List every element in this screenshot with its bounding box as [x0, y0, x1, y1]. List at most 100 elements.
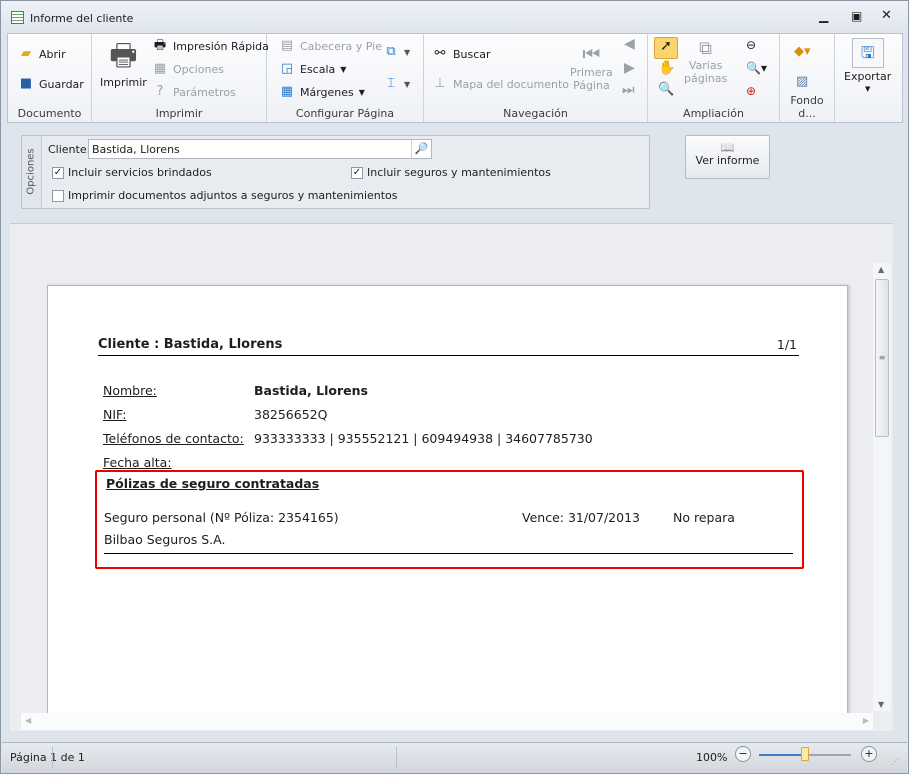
parameters-icon: ?: [156, 84, 164, 99]
quick-print-button[interactable]: 🖶 Impresión Rápida: [152, 38, 269, 54]
header-footer-icon: ▤: [280, 38, 294, 53]
field-value: 38256652Q: [254, 407, 328, 422]
zoom-slider-thumb[interactable]: [801, 747, 809, 761]
last-page-button[interactable]: ⏭: [622, 82, 635, 98]
open-button[interactable]: ▰ Abrir: [18, 46, 66, 62]
field-label: NIF:: [103, 407, 127, 422]
client-label: Cliente:: [48, 143, 91, 156]
report-page: Cliente : Bastida, Llorens 1/1 Nombre: Ba…: [47, 285, 848, 715]
group-navegacion: ⚯ Buscar ⊥ Mapa del documento ⏮ Primera Pági…: [424, 34, 648, 122]
scroll-left-icon[interactable]: ◀: [25, 716, 31, 725]
quick-print-icon: 🖶: [153, 38, 167, 53]
group-documento: ▰ Abrir ■ Guardar Documento: [8, 34, 92, 122]
export-label: Exportar: [844, 70, 892, 83]
header-divider: [98, 355, 799, 356]
first-page-button[interactable]: ⏮ Primera Página: [570, 42, 613, 92]
margins-button[interactable]: ▦ Márgenes ▼: [279, 84, 365, 100]
minimize-button[interactable]: ▁: [819, 9, 828, 23]
checkbox[interactable]: [52, 190, 64, 202]
export-icon: 🖫: [851, 38, 884, 68]
group-label: Configurar Página: [295, 107, 395, 120]
search-button[interactable]: ⚯ Buscar: [432, 46, 491, 62]
include-services-checkbox[interactable]: ✓ Incluir servicios brindados: [52, 166, 212, 179]
quick-print-label: Impresión Rápida: [173, 39, 269, 53]
checkbox-label: Incluir servicios brindados: [68, 166, 212, 179]
vertical-scrollbar[interactable]: ▲ ≡ ▼: [873, 263, 891, 711]
scale-button[interactable]: ◲ Escala ▼: [279, 61, 347, 77]
magnifier-button[interactable]: 🔍: [658, 82, 674, 97]
report-window: Informe del cliente ▁ ▣ ✕ ▰ Abrir ■ Guarda…: [0, 0, 909, 774]
options-icon: ▦: [153, 61, 167, 76]
group-imprimir: 🖶 Imprimir 🖶 Impresión Rápida ▦ Opciones ? P…: [92, 34, 269, 122]
print-attachments-checkbox[interactable]: Imprimir documentos adjuntos a seguros y…: [52, 189, 398, 202]
client-search-icon[interactable]: 🔎: [411, 140, 431, 158]
print-button[interactable]: 🖶 Imprimir: [100, 38, 147, 89]
zoom-dropdown-button[interactable]: 🔍▾: [746, 61, 767, 75]
multiple-pages-icon: ⧉: [699, 38, 713, 59]
scroll-down-icon[interactable]: ▼: [878, 700, 884, 709]
save-button[interactable]: ■ Guardar: [18, 76, 84, 92]
zoom-slider[interactable]: [759, 747, 851, 761]
title-bar: Informe del cliente ▁ ▣ ✕: [1, 1, 908, 33]
zoom-in-icon[interactable]: +: [861, 746, 877, 762]
header-footer-button[interactable]: ▤ Cabecera y Pie: [279, 38, 382, 54]
include-insurance-checkbox[interactable]: ✓ Incluir seguros y mantenimientos: [351, 166, 551, 179]
zoom-out-button[interactable]: ⊖: [746, 38, 756, 52]
status-bar: Página 1 de 1 100% − + ⋰: [2, 742, 907, 773]
page-size-icon: ⌶: [387, 76, 395, 91]
print-label: Imprimir: [100, 76, 147, 89]
document-map-button[interactable]: ⊥ Mapa del documento: [432, 76, 569, 92]
checkbox[interactable]: ✓: [351, 167, 363, 179]
options-panel: Opciones Cliente: Bastida, Llorens 🔎 ✓ Inc…: [21, 135, 650, 209]
next-page-button[interactable]: ▶: [624, 60, 635, 76]
page-color-button[interactable]: ◆▾: [794, 44, 811, 59]
previous-page-button[interactable]: ◀: [624, 36, 635, 52]
multiple-pages-button[interactable]: ⧉ Varias páginas: [684, 38, 727, 85]
search-label: Buscar: [453, 47, 491, 61]
ribbon: ▰ Abrir ■ Guardar Documento 🖶 Imprimir 🖶 Imp…: [7, 33, 903, 123]
hand-tool-button[interactable]: ✋: [658, 60, 675, 76]
maximize-button[interactable]: ▣: [851, 9, 862, 23]
policy-repair: No repara: [673, 510, 735, 525]
book-icon: 📖: [720, 141, 735, 154]
export-button[interactable]: 🖫 Exportar ▼: [844, 38, 891, 93]
view-report-label: Ver informe: [695, 154, 760, 167]
scroll-right-icon[interactable]: ▶: [863, 716, 869, 725]
watermark-button[interactable]: ▨: [796, 74, 808, 89]
scroll-up-icon[interactable]: ▲: [878, 265, 884, 274]
zoom-in-button[interactable]: ⊕: [746, 84, 756, 98]
first-page-icon: ⏮: [582, 42, 601, 66]
orientation-button[interactable]: ⧉ ▼: [383, 44, 410, 60]
horizontal-scrollbar[interactable]: ◀ ▶: [21, 713, 873, 730]
save-icon: ■: [19, 76, 33, 91]
parameters-button[interactable]: ? Parámetros: [152, 84, 236, 100]
pointer-tool-button[interactable]: ➚: [654, 37, 678, 59]
app-icon: [11, 11, 24, 24]
checkbox-label: Imprimir documentos adjuntos a seguros y…: [68, 189, 398, 202]
view-report-button[interactable]: 📖 Ver informe: [685, 135, 770, 179]
checkbox-label: Incluir seguros y mantenimientos: [367, 166, 551, 179]
policies-title: Pólizas de seguro contratadas: [106, 476, 320, 491]
open-label: Abrir: [39, 47, 66, 61]
checkbox[interactable]: ✓: [52, 167, 64, 179]
scale-icon: ◲: [280, 61, 294, 76]
group-label: Documento: [17, 107, 82, 120]
orientation-icon: ⧉: [386, 44, 396, 59]
zoom-out-icon[interactable]: −: [735, 746, 751, 762]
policies-section: Pólizas de seguro contratadas Seguro per…: [95, 470, 804, 569]
options-side-label: Opciones: [25, 148, 37, 195]
scroll-thumb[interactable]: ≡: [875, 279, 889, 437]
page-size-button[interactable]: ⌶ ▼: [383, 76, 410, 92]
options-side-tab: Opciones: [22, 136, 42, 208]
client-input[interactable]: Bastida, Llorens 🔎: [88, 139, 432, 159]
policy-expiry: Vence: 31/07/2013: [522, 510, 640, 525]
close-button[interactable]: ✕: [881, 8, 892, 23]
parameters-label: Parámetros: [173, 85, 236, 99]
options-button[interactable]: ▦ Opciones: [152, 61, 224, 77]
header-footer-label: Cabecera y Pie: [300, 39, 382, 53]
policy-divider: [104, 553, 793, 554]
folder-icon: ▰: [21, 46, 31, 61]
first-page-label-2: Página: [573, 79, 610, 92]
report-page-number: 1/1: [776, 337, 797, 352]
resize-grip-icon[interactable]: ⋰: [891, 757, 899, 766]
